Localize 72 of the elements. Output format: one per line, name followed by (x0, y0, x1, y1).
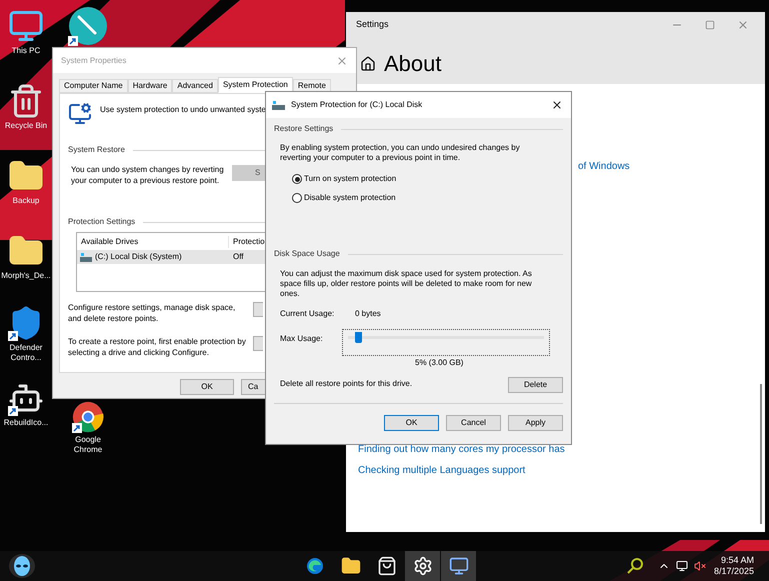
trash-icon[interactable] (8, 83, 44, 119)
chrome-icon[interactable] (72, 401, 104, 433)
group-heading: Restore Settings (274, 123, 334, 135)
tab[interactable]: Hardware (128, 79, 172, 93)
desktop-icon-label[interactable]: Recycle Bin (4, 121, 48, 131)
settings-icon (412, 556, 432, 576)
radio-option[interactable]: Turn on system protection (292, 173, 563, 185)
table-cell-text: Off (232, 251, 244, 263)
max-usage-label: Max Usage: (280, 332, 324, 344)
dialog-button[interactable]: Apply (508, 415, 563, 431)
tab[interactable]: Computer Name (59, 79, 128, 93)
page-heading: About (384, 52, 442, 76)
system-restore-button[interactable]: S (232, 165, 265, 181)
tab[interactable]: System Protection (218, 77, 293, 93)
group-heading: Disk Space Usage (274, 248, 340, 260)
restore-description: You can undo system changes by reverting your computer to a previous restore point. (71, 164, 225, 186)
monitor-icon[interactable] (8, 8, 44, 44)
desktop-icon-label[interactable]: Defender Contro... (0, 343, 52, 363)
monitor-icon (448, 556, 468, 576)
window-title: Settings (356, 18, 389, 32)
link[interactable]: Finding out how many cores my processor has (358, 442, 765, 457)
drive-icon (272, 100, 285, 110)
dialog-button[interactable]: Cancel (446, 415, 501, 431)
current-usage-value: 0 bytes (355, 308, 381, 320)
configure-description: Configure restore settings, manage disk space, and delete restore points. (68, 302, 236, 324)
restore-settings-description: By enabling system protection, you can undo undesired changes by reverting your computer to a previous point in time. (280, 143, 521, 163)
slider-thumb[interactable] (354, 332, 362, 343)
dialog-button[interactable]: OK (384, 415, 439, 431)
link[interactable]: of Windows (578, 159, 765, 174)
home-icon[interactable] (360, 56, 376, 72)
restore-monitor-icon (68, 102, 92, 126)
max-usage-reading: 5% (3.00 GB) (415, 357, 464, 369)
desktop-icon-label[interactable]: Morph's_De... (1, 271, 51, 281)
current-usage-label: Current Usage: (280, 308, 336, 320)
scrollbar[interactable] (760, 384, 762, 524)
store-icon (376, 556, 396, 576)
edge-icon (306, 557, 324, 575)
create-description: To create a restore point, first enable protection by selecting a drive and clicking Configure. (68, 336, 247, 358)
pen-icon[interactable] (68, 6, 108, 46)
taskbar-app[interactable] (405, 551, 440, 581)
clock-time: 9:54 AM (721, 555, 754, 566)
desktop-icon-label[interactable]: This PC (12, 46, 40, 56)
intro-text: Use system protection to undo unwanted syste (100, 104, 266, 116)
desktop-icon-label[interactable]: Google Chrome (62, 435, 114, 455)
table-cell-text: (C:) Local Disk (System) (95, 251, 183, 263)
tab[interactable]: Advanced (172, 79, 218, 93)
folder-icon (340, 556, 360, 576)
alien-head-icon[interactable] (8, 553, 36, 579)
drive-icon (80, 252, 92, 262)
radio-icon[interactable] (292, 193, 302, 203)
cut-off-button[interactable]: Ca (241, 379, 265, 395)
ok-button[interactable]: OK (180, 379, 234, 395)
disk-space-description: You can adjust the maximum disk space used for system protection. As space fills up, older restore points will be deleted to make room for new ones. (280, 269, 533, 299)
clock-date: 8/17/2025 (714, 566, 754, 577)
link[interactable]: Checking multiple Languages support (358, 463, 765, 478)
desktop-icon-label[interactable]: RebuildIco... (4, 418, 48, 428)
max-usage-slider[interactable] (342, 329, 550, 356)
maximize-icon[interactable] (705, 20, 715, 30)
delete-description: Delete all restore points for this drive. (280, 378, 412, 390)
network-icon[interactable] (676, 560, 688, 572)
delete-button[interactable]: Delete (508, 377, 563, 393)
close-icon[interactable] (551, 99, 563, 111)
radio-option[interactable]: Disable system protection (292, 192, 563, 204)
group-heading: System Restore (68, 144, 125, 156)
group-heading: Protection Settings (68, 216, 136, 228)
desktop-icon-label[interactable]: Backup (12, 196, 40, 206)
window-title: System Properties (61, 54, 126, 66)
radio-icon[interactable] (292, 174, 302, 184)
column-header[interactable]: Protectio (229, 236, 265, 248)
dialog-title: System Protection for (C:) Local Disk (291, 99, 422, 111)
muted-volume-icon[interactable] (694, 560, 706, 572)
column-header[interactable]: Available Drives (77, 236, 229, 248)
